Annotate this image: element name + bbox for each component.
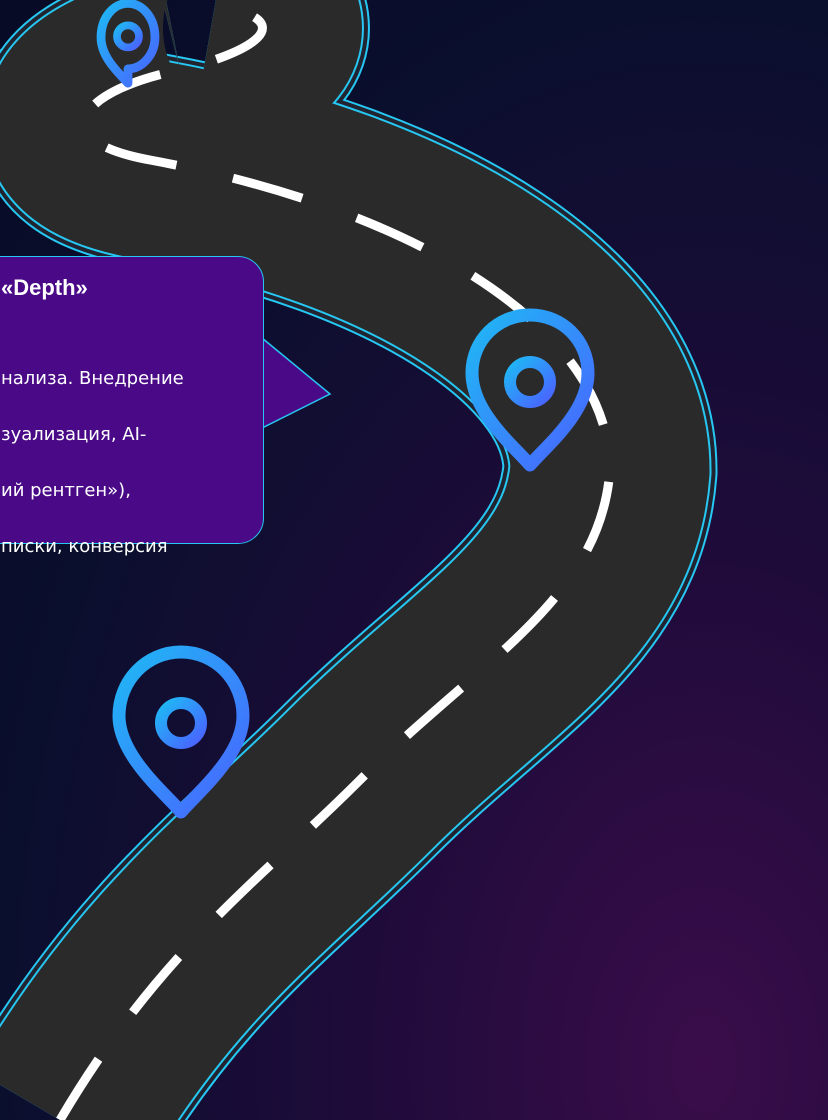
callout-pointer-right [261,336,332,430]
callout-body-line: писки, конверсия [1,536,168,557]
callout-body-line: зуализация, AI- [1,424,147,445]
callout-body-line: ий рентген»), [1,480,131,501]
callout-body-line: нализа. Внедрение [1,368,184,389]
depth-callout: «Depth» нализа. Внедрение зуализация, AI… [0,256,264,557]
callout-title: «Depth» [1,275,88,300]
callout-body: нализа. Внедрение зуализация, AI- ий рен… [1,337,263,589]
